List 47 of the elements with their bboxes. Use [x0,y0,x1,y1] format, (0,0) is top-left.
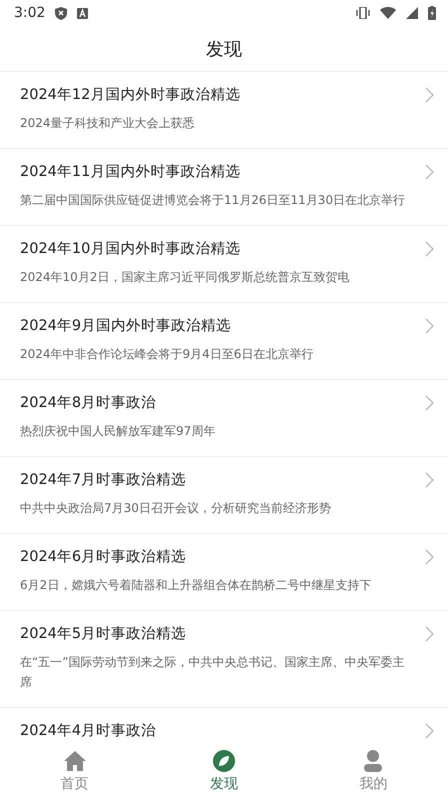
chevron-right-icon [424,395,434,411]
article-item[interactable]: 2024年10月国内外时事政治精选 2024年10月2日，国家主席习近平同俄罗斯总统普京互致贺电 [0,226,448,303]
shield-icon [55,6,68,20]
article-summary: 第二届中国国际供应链促进博览会将于11月26日至11月30日在北京举行 [20,192,406,209]
page-title: 发现 [206,38,242,60]
article-item[interactable]: 2024年5月时事政治精选 在“五一”国际劳动节到来之际，中共中央总书记、国家主席、中央军委主席 [0,611,448,708]
article-title: 2024年6月时事政治精选 [20,548,188,567]
font-icon [77,8,88,18]
chevron-right-icon [424,626,434,642]
nav-tab[interactable]: 我的 [298,745,448,798]
chevron-right-icon [424,164,434,180]
signal-icon [406,7,418,19]
chevron-right-icon [424,241,434,257]
article-item[interactable]: 2024年7月时事政治精选 中共中央政治局7月30日召开会议，分析研究当前经济形势 [0,457,448,534]
article-title: 2024年11月国内外时事政治精选 [20,163,242,182]
chevron-right-icon [424,87,434,103]
home-icon [62,749,87,773]
article-summary: 在“五一”国际劳动节到来之际，中共中央总书记、国家主席、中央军委主席 [20,654,406,691]
status-time: 3:02 [14,5,46,21]
article-title: 2024年8月时事政治 [20,394,158,413]
article-item[interactable]: 2024年11月国内外时事政治精选 第二届中国国际供应链促进博览会将于11月26日至11月30日在北京举行 [0,149,448,226]
article-title: 2024年5月时事政治精选 [20,625,188,644]
article-summary: 6月2日，嫦娥六号着陆器和上升器组合体在鹊桥二号中继星支持下 [20,577,372,594]
article-title: 2024年4月时事政治 [20,722,158,741]
article-item[interactable]: 2024年6月时事政治精选 6月2日，嫦娥六号着陆器和上升器组合体在鹊桥二号中继星支持下 [0,534,448,611]
article-item[interactable]: 2024年12月国内外时事政治精选 2024量子科技和产业大会上获悉 [0,72,448,149]
battery-icon [428,6,436,20]
chevron-right-icon [424,549,434,565]
leaf-icon [212,749,236,773]
article-summary: 2024年中非合作论坛峰会将于9月4日至6日在北京举行 [20,346,314,363]
wifi-icon [380,7,396,19]
article-summary: 中共中央政治局7月30日召开会议，分析研究当前经济形势 [20,500,332,517]
chevron-right-icon [424,318,434,334]
nav-tab[interactable]: 首页 [0,745,150,798]
vibrate-icon [356,7,370,19]
article-title: 2024年7月时事政治精选 [20,471,188,490]
article-title: 2024年12月国内外时事政治精选 [20,86,242,105]
article-summary: 热烈庆祝中国人民解放军建军97周年 [20,423,216,440]
article-item[interactable]: 2024年8月时事政治 热烈庆祝中国人民解放军建军97周年 [0,380,448,457]
article-item[interactable]: 2024年9月国内外时事政治精选 2024年中非合作论坛峰会将于9月4日至6日在北京举行 [0,303,448,380]
article-summary: 2024年10月2日，国家主席习近平同俄罗斯总统普京互致贺电 [20,269,350,286]
chevron-right-icon [424,472,434,488]
nav-tab[interactable]: 发现 [149,745,299,798]
article-summary: 2024量子科技和产业大会上获悉 [20,115,196,132]
chevron-right-icon [424,723,434,739]
article-title: 2024年10月国内外时事政治精选 [20,240,242,259]
article-title: 2024年9月国内外时事政治精选 [20,317,232,336]
